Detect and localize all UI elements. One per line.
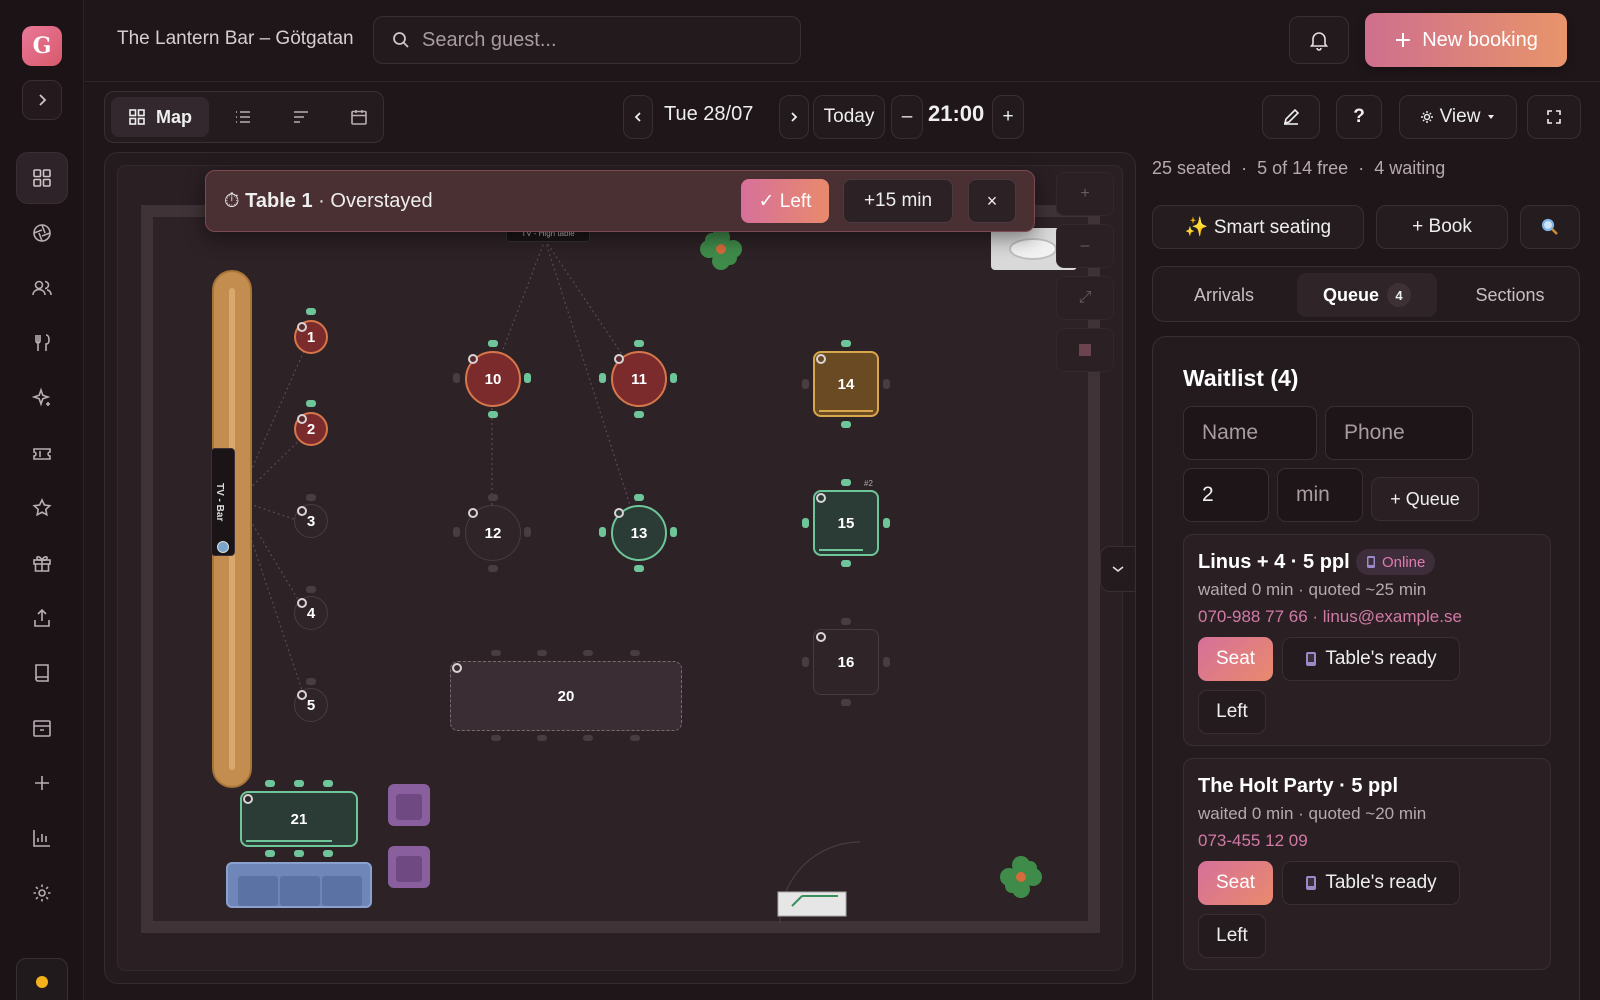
- online-badge-label: Online: [1382, 553, 1426, 571]
- table-21[interactable]: 21: [240, 791, 358, 847]
- seat-button[interactable]: Seat: [1198, 861, 1273, 905]
- phone-icon: [1306, 652, 1317, 666]
- collapse-panel-button[interactable]: [1100, 546, 1136, 592]
- close-alert-button[interactable]: ×: [968, 179, 1016, 223]
- tab-queue-label: Queue: [1322, 284, 1379, 305]
- seated-count: 25 seated: [1152, 158, 1232, 178]
- waitlist-title: Waitlist (4): [1183, 365, 1299, 391]
- table-20[interactable]: 20: [450, 661, 682, 731]
- table-ready-button[interactable]: Table's ready: [1282, 861, 1460, 905]
- zoom-in-button[interactable]: +: [1056, 172, 1114, 216]
- fit-map-button[interactable]: ⤢: [1056, 276, 1114, 320]
- minutes-field[interactable]: [1277, 468, 1363, 522]
- save-layout-button[interactable]: [1056, 328, 1114, 372]
- entry-name: Linus + 4 · 5 ppl: [1198, 551, 1350, 573]
- waiting-count: 4 waiting: [1374, 158, 1446, 178]
- entrance-door: [777, 841, 861, 925]
- tab-queue[interactable]: Queue 4: [1297, 273, 1437, 317]
- sofa: [226, 862, 372, 908]
- waitlist-entry: The Holt Party · 5 ppl waited 0 min · qu…: [1183, 758, 1551, 970]
- panel-tabs: Arrivals Queue 4 Sections: [1152, 266, 1580, 322]
- entry-wait: waited 0 min · quoted ~20 min: [1198, 804, 1427, 823]
- table-15-tag: #2: [864, 479, 873, 488]
- phone-field[interactable]: [1325, 406, 1473, 460]
- free-count: 5 of 14 free: [1257, 158, 1349, 178]
- online-badge: Online: [1356, 549, 1436, 575]
- tv-bar-label: TV - Bar: [214, 483, 225, 522]
- overstay-alert: ⏱ Table 1 · Overstayed ✓ Left +15 min ×: [205, 170, 1035, 232]
- phone-icon: [1367, 556, 1375, 568]
- zoom-out-button[interactable]: –: [1056, 224, 1114, 268]
- occupancy-stats: 25 seated · 5 of 14 free · 4 waiting: [1152, 158, 1446, 178]
- pouf: [388, 846, 430, 888]
- left-button[interactable]: Left: [1198, 914, 1266, 958]
- name-field[interactable]: [1183, 406, 1317, 460]
- smart-seating-button[interactable]: ✨ Smart seating: [1152, 205, 1364, 249]
- waitlist-entry: Linus + 4 · 5 ppl Online waited 0 min · …: [1183, 534, 1551, 746]
- entry-name: The Holt Party · 5 ppl: [1198, 775, 1399, 797]
- book-button[interactable]: + Book: [1376, 205, 1508, 249]
- save-icon: [1079, 344, 1091, 356]
- mark-left-button[interactable]: ✓ Left: [741, 179, 829, 223]
- phone-icon: [1306, 876, 1317, 890]
- pouf: [388, 784, 430, 826]
- table-ready-label: Table's ready: [1325, 648, 1437, 669]
- seat-button[interactable]: Seat: [1198, 637, 1273, 681]
- entry-contact: 073-455 12 09: [1198, 831, 1308, 850]
- alert-status: Overstayed: [330, 190, 433, 212]
- tab-sections[interactable]: Sections: [1445, 273, 1575, 317]
- queue-count-badge: 4: [1387, 283, 1411, 307]
- table-ready-button[interactable]: Table's ready: [1282, 637, 1460, 681]
- table-ready-label: Table's ready: [1325, 872, 1437, 893]
- chevron-down-icon: [1112, 566, 1124, 573]
- entry-wait: waited 0 min · quoted ~25 min: [1198, 580, 1427, 599]
- timer-icon: ⏱: [224, 190, 240, 212]
- entry-contact: 070-988 77 66 · linus@example.se: [1198, 607, 1462, 626]
- tv-bar[interactable]: TV - Bar: [211, 448, 235, 556]
- extend-time-button[interactable]: +15 min: [843, 179, 953, 223]
- magnifier-icon: [1541, 218, 1558, 235]
- waitlist-panel: Waitlist (4) + Queue Linus + 4 · 5 ppl O…: [1152, 336, 1580, 1000]
- alert-table: Table 1: [245, 190, 313, 212]
- tab-arrivals[interactable]: Arrivals: [1159, 273, 1289, 317]
- plant-icon: [1000, 856, 1042, 898]
- find-table-button[interactable]: [1520, 205, 1580, 249]
- add-to-queue-button[interactable]: + Queue: [1371, 477, 1479, 521]
- left-button[interactable]: Left: [1198, 690, 1266, 734]
- party-size-field[interactable]: [1183, 468, 1269, 522]
